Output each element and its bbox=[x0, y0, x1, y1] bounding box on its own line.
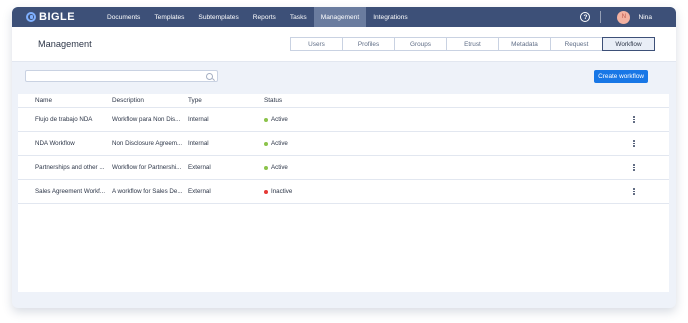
cell-name: Partnerships and other ... bbox=[35, 164, 105, 171]
help-icon[interactable]: ? bbox=[580, 12, 591, 22]
tab-etrust[interactable]: Etrust bbox=[446, 37, 499, 51]
nav-item-templates[interactable]: Templates bbox=[147, 7, 191, 27]
workflow-table: Name Description Type Status Flujo de tr… bbox=[18, 94, 669, 292]
column-header-name[interactable]: Name bbox=[35, 97, 112, 104]
management-tabs: Users Profiles Groups Etrust Metadata Re… bbox=[290, 37, 655, 51]
cell-name: Sales Agreement Workf... bbox=[35, 188, 106, 195]
column-header-status[interactable]: Status bbox=[264, 97, 282, 104]
nav-item-management[interactable]: Management bbox=[313, 7, 367, 27]
tab-metadata[interactable]: Metadata bbox=[498, 37, 551, 51]
toolbar: Create workflow bbox=[12, 62, 676, 90]
tab-groups[interactable]: Groups bbox=[394, 37, 447, 51]
cell-description: Workflow para Non Dis... bbox=[112, 116, 181, 123]
table-row[interactable]: Sales Agreement Workf... A workflow for … bbox=[18, 180, 669, 204]
logo-text: BIGLE bbox=[39, 11, 76, 23]
nav-right: ? N Nina bbox=[580, 7, 676, 27]
cell-name: Flujo de trabajo NDA bbox=[35, 116, 93, 123]
search-icon[interactable] bbox=[206, 72, 213, 80]
nav-item-tasks[interactable]: Tasks bbox=[283, 7, 314, 27]
cell-description: Non Disclosure Agreem... bbox=[112, 140, 183, 147]
top-navbar: BIGLE Documents Templates Subtemplates R… bbox=[12, 7, 676, 27]
nav-divider bbox=[600, 11, 602, 23]
tab-workflow[interactable]: Workflow bbox=[602, 37, 655, 51]
main-menu: Documents Templates Subtemplates Reports… bbox=[100, 7, 415, 27]
nav-item-integrations[interactable]: Integrations bbox=[366, 7, 414, 27]
status-label: Inactive bbox=[271, 188, 293, 195]
nav-item-subtemplates[interactable]: Subtemplates bbox=[191, 7, 245, 27]
row-menu-icon[interactable] bbox=[633, 139, 635, 148]
tab-profiles[interactable]: Profiles bbox=[342, 37, 395, 51]
cell-status: Active bbox=[264, 116, 288, 123]
create-workflow-button[interactable]: Create workflow bbox=[594, 69, 648, 83]
tab-request[interactable]: Request bbox=[550, 37, 603, 51]
cell-type: External bbox=[188, 164, 211, 171]
status-dot-icon bbox=[264, 165, 268, 170]
nav-item-documents[interactable]: Documents bbox=[100, 7, 147, 27]
status-label: Active bbox=[271, 116, 288, 123]
table-row[interactable]: Flujo de trabajo NDA Workflow para Non D… bbox=[18, 108, 669, 132]
row-menu-icon[interactable] bbox=[633, 115, 635, 124]
table-row[interactable]: Partnerships and other ... Workflow for … bbox=[18, 156, 669, 180]
cell-status: Inactive bbox=[264, 188, 292, 195]
app-window: BIGLE Documents Templates Subtemplates R… bbox=[12, 7, 676, 308]
search-box bbox=[25, 70, 218, 82]
page-title: Management bbox=[38, 39, 92, 49]
table-row[interactable]: NDA Workflow Non Disclosure Agreem... In… bbox=[18, 132, 669, 156]
status-dot-icon bbox=[264, 141, 268, 146]
cell-type: Internal bbox=[188, 140, 209, 147]
page-header: Management Users Profiles Groups Etrust … bbox=[12, 27, 676, 62]
cell-type: External bbox=[188, 188, 211, 195]
nav-item-reports[interactable]: Reports bbox=[246, 7, 283, 27]
cell-description: A workflow for Sales De... bbox=[112, 188, 183, 195]
logo-icon bbox=[26, 12, 36, 22]
row-menu-icon[interactable] bbox=[633, 187, 635, 196]
status-dot-icon bbox=[264, 189, 268, 194]
table-header: Name Description Type Status bbox=[18, 94, 669, 108]
column-header-description[interactable]: Description bbox=[112, 97, 188, 104]
status-label: Active bbox=[271, 164, 288, 171]
status-dot-icon bbox=[264, 117, 268, 122]
cell-description: Workflow for Partnershi... bbox=[112, 164, 182, 171]
column-header-type[interactable]: Type bbox=[188, 97, 264, 104]
user-name[interactable]: Nina bbox=[638, 14, 652, 21]
cell-status: Active bbox=[264, 164, 288, 171]
row-menu-icon[interactable] bbox=[633, 163, 635, 172]
cell-status: Active bbox=[264, 140, 288, 147]
cell-name: NDA Workflow bbox=[35, 140, 75, 147]
logo[interactable]: BIGLE bbox=[26, 11, 100, 23]
tab-users[interactable]: Users bbox=[290, 37, 343, 51]
avatar[interactable]: N bbox=[617, 10, 631, 24]
cell-type: Internal bbox=[188, 116, 209, 123]
status-label: Active bbox=[271, 140, 288, 147]
search-input[interactable] bbox=[26, 71, 206, 81]
